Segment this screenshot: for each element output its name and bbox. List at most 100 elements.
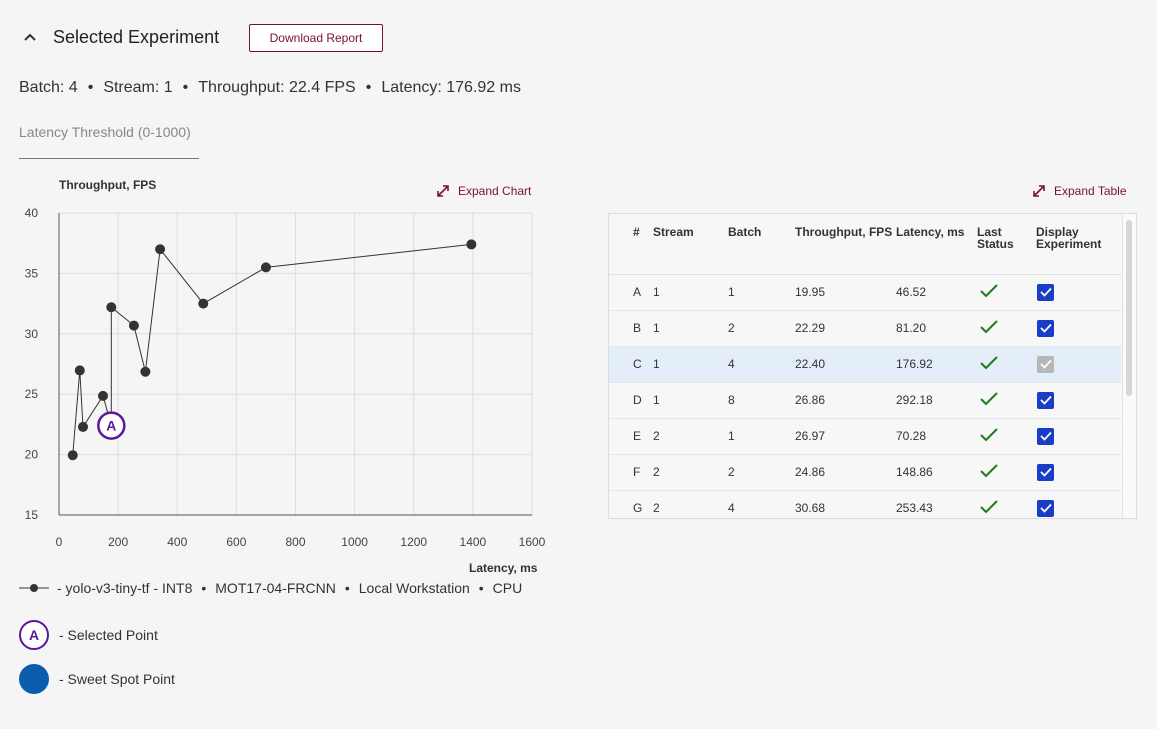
data-point (155, 244, 166, 255)
col-header-throughput[interactable]: Throughput, FPS (795, 214, 896, 275)
legend-model: - yolo-v3-tiny-tf - INT8 (57, 580, 193, 596)
cell-status (977, 274, 1036, 311)
cell-batch: 4 (728, 490, 795, 518)
expand-chart-link[interactable]: Expand Chart (436, 184, 531, 198)
check-icon (980, 499, 998, 513)
table-row[interactable]: B 1 2 22.29 81.20 (609, 310, 1121, 347)
section-header: Selected Experiment (19, 22, 219, 52)
table-row[interactable]: G 2 4 30.68 253.43 (609, 490, 1121, 518)
x-tick-label: 1000 (341, 535, 368, 549)
data-point (198, 298, 209, 309)
chevron-up-icon[interactable] (19, 26, 41, 48)
cell-batch: 2 (728, 310, 795, 347)
experiment-summary: Batch: 4 • Stream: 1 • Throughput: 22.4 … (19, 79, 521, 97)
display-experiment-checkbox[interactable] (1037, 283, 1054, 301)
table-scrollbar[interactable] (1126, 220, 1132, 396)
data-point (140, 366, 151, 377)
y-tick-label: 35 (25, 266, 39, 280)
selected-point-label: A (106, 418, 116, 434)
table-row[interactable]: E 2 1 26.97 70.28 (609, 418, 1121, 455)
expand-table-label: Expand Table (1054, 184, 1127, 198)
display-experiment-checkbox[interactable] (1037, 427, 1054, 445)
display-experiment-checkbox[interactable] (1037, 319, 1054, 337)
legend-separator: • (344, 580, 350, 596)
table-scroll-track[interactable] (1122, 214, 1136, 518)
cell-throughput: 22.40 (795, 346, 896, 383)
download-report-button[interactable]: Download Report (249, 24, 383, 52)
summary-separator: • (182, 79, 189, 96)
summary-stream: Stream: 1 (103, 79, 173, 96)
cell-batch: 2 (728, 454, 795, 491)
expand-icon (437, 185, 449, 197)
y-tick-label: 20 (25, 448, 39, 462)
legend-series: - yolo-v3-tiny-tf - INT8 • MOT17-04-FRCN… (19, 580, 522, 596)
cell-id: F (609, 454, 653, 491)
cell-latency: 81.20 (896, 310, 977, 347)
table-row[interactable]: F 2 2 24.86 148.86 (609, 454, 1121, 491)
check-icon (980, 391, 998, 405)
col-header-status[interactable]: Last Status (977, 214, 1036, 275)
cell-stream: 1 (653, 382, 728, 419)
table-header-row: # Stream Batch Throughput, FPS Latency, … (609, 214, 1121, 275)
x-tick-label: 0 (56, 535, 63, 549)
display-experiment-checkbox (1037, 355, 1054, 373)
check-icon (980, 319, 998, 333)
col-header-display[interactable]: Display Experiment (1036, 214, 1121, 275)
cell-throughput: 26.97 (795, 418, 896, 455)
cell-display (1036, 346, 1121, 383)
expand-table-link[interactable]: Expand Table (1032, 184, 1127, 198)
x-tick-label: 1200 (400, 535, 427, 549)
summary-separator: • (87, 79, 94, 96)
data-point (128, 320, 139, 331)
latency-threshold-input[interactable] (19, 124, 199, 140)
cell-batch: 4 (728, 346, 795, 383)
cell-id: E (609, 418, 653, 455)
cell-stream: 1 (653, 310, 728, 347)
display-experiment-checkbox[interactable] (1037, 463, 1054, 481)
throughput-latency-chart: 0 200 400 600 800 1000 1200 1400 1600 15 20 25 30 35 4… (25, 206, 546, 549)
cell-status (977, 454, 1036, 491)
table-row[interactable]: C 1 4 22.40 176.92 (609, 346, 1121, 383)
cell-latency: 292.18 (896, 382, 977, 419)
cell-id: D (609, 382, 653, 419)
expand-icon (1033, 185, 1045, 197)
col-header-batch[interactable]: Batch (728, 214, 795, 275)
data-point (74, 365, 85, 376)
line-marker-icon (19, 584, 49, 592)
x-tick-label: 1600 (519, 535, 546, 549)
legend-target: Local Workstation (358, 580, 470, 596)
cell-latency: 46.52 (896, 274, 977, 311)
cell-throughput: 19.95 (795, 274, 896, 311)
cell-stream: 1 (653, 346, 728, 383)
y-tick-label: 30 (25, 327, 39, 341)
y-tick-label: 15 (25, 508, 39, 522)
check-icon (980, 355, 998, 369)
x-tick-label: 400 (167, 535, 187, 549)
cell-display (1036, 274, 1121, 311)
display-experiment-checkbox[interactable] (1037, 499, 1054, 517)
table-row[interactable]: D 1 8 26.86 292.18 (609, 382, 1121, 419)
legend-device: CPU (492, 580, 523, 596)
data-point (466, 239, 477, 250)
cell-latency: 148.86 (896, 454, 977, 491)
col-header-id[interactable]: # (609, 214, 653, 275)
col-header-stream[interactable]: Stream (653, 214, 728, 275)
data-point (98, 390, 109, 401)
cell-batch: 1 (728, 274, 795, 311)
sweet-spot-marker (19, 664, 49, 694)
x-tick-label: 600 (226, 535, 246, 549)
legend-separator: • (201, 580, 207, 596)
x-tick-label: 800 (285, 535, 305, 549)
y-tick-label: 40 (25, 206, 39, 220)
table-row[interactable]: A 1 1 19.95 46.52 (609, 274, 1121, 311)
chart-y-axis-label: Throughput, FPS (59, 178, 157, 192)
cell-stream: 2 (653, 418, 728, 455)
selected-point-marker: A (19, 620, 49, 650)
data-point (78, 421, 89, 432)
cell-status (977, 382, 1036, 419)
x-tick-label: 1400 (460, 535, 487, 549)
cell-stream: 1 (653, 274, 728, 311)
col-header-latency[interactable]: Latency, ms (896, 214, 977, 275)
data-point (67, 450, 78, 461)
display-experiment-checkbox[interactable] (1037, 391, 1054, 409)
